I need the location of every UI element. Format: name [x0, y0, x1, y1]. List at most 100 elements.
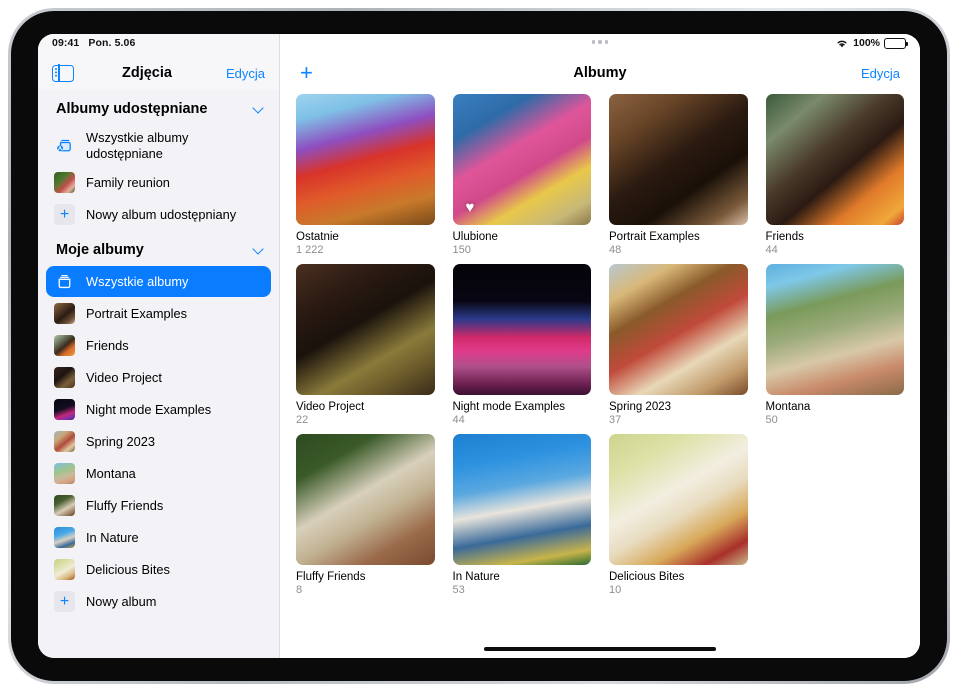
album-cover[interactable]	[609, 264, 748, 395]
chevron-down-icon[interactable]	[253, 245, 263, 255]
sidebar-item-spring-2023[interactable]: Spring 2023	[46, 426, 271, 457]
album-count: 150	[453, 244, 592, 256]
sidebar-item-night-mode-examples[interactable]: Night mode Examples	[46, 394, 271, 425]
album-count: 48	[609, 244, 748, 256]
album-title: Portrait Examples	[609, 231, 748, 243]
album-thumbnail	[54, 527, 75, 548]
sidebar-item-label: Wszystkie albumy udostępniane	[86, 130, 263, 161]
album-cover[interactable]	[296, 264, 435, 395]
sidebar-item-label: Fluffy Friends	[86, 498, 163, 514]
album-title: Friends	[766, 231, 905, 243]
album-title: Video Project	[296, 401, 435, 413]
main-edit-button[interactable]: Edycja	[860, 66, 900, 81]
album-title: Spring 2023	[609, 401, 748, 413]
plus-icon: +	[54, 591, 75, 612]
album-cover[interactable]	[453, 434, 592, 565]
album-cover[interactable]: ♥	[453, 94, 592, 225]
sidebar-item-label: In Nature	[86, 530, 139, 546]
album-count: 37	[609, 414, 748, 426]
album-thumbnail	[54, 559, 75, 580]
sidebar-item-all-albums[interactable]: Wszystkie albumy	[46, 266, 271, 297]
sidebar-scroll-area[interactable]: Albumy udostępniane Wszystkie albumy udo…	[38, 90, 279, 658]
sidebar-item-label: Nowy album udostępniany	[86, 207, 236, 223]
sidebar-item-label: Wszystkie albumy	[86, 274, 188, 290]
ipad-screen: 09:41 Pon. 5.06 Zdjęcia Edycja Albumy ud…	[38, 34, 920, 658]
album-count: 53	[453, 584, 592, 596]
album-card-ulubione[interactable]: ♥ Ulubione 150	[453, 94, 592, 256]
album-count: 44	[766, 244, 905, 256]
album-cover[interactable]	[296, 434, 435, 565]
album-title: Night mode Examples	[453, 401, 592, 413]
album-thumbnail	[54, 172, 75, 193]
sidebar-section-title: Moje albumy	[56, 242, 144, 258]
sidebar-item-delicious-bites[interactable]: Delicious Bites	[46, 554, 271, 585]
sidebar-item-label: Spring 2023	[86, 434, 155, 450]
album-card-video-project[interactable]: Video Project 22	[296, 264, 435, 426]
heart-icon: ♥	[462, 199, 479, 216]
album-count: 10	[609, 584, 748, 596]
sidebar-item-label: Family reunion	[86, 175, 170, 191]
main-content: 100% + Albumy Edycja Ostatnie 1 222 ♥ Ul	[280, 34, 920, 658]
album-card-friends[interactable]: Friends 44	[766, 94, 905, 256]
album-thumbnail	[54, 367, 75, 388]
page-title: Albumy	[340, 65, 860, 81]
sidebar-item-fluffy-friends[interactable]: Fluffy Friends	[46, 490, 271, 521]
album-card-in-nature[interactable]: In Nature 53	[453, 434, 592, 596]
album-count: 8	[296, 584, 435, 596]
albums-grid: Ostatnie 1 222 ♥ Ulubione 150 Portrait E…	[280, 90, 920, 658]
sidebar-item-video-project[interactable]: Video Project	[46, 362, 271, 393]
album-title: Fluffy Friends	[296, 571, 435, 583]
sidebar-item-label: Video Project	[86, 370, 162, 386]
album-card-portrait-examples[interactable]: Portrait Examples 48	[609, 94, 748, 256]
album-count: 1 222	[296, 244, 435, 256]
album-title: In Nature	[453, 571, 592, 583]
album-thumbnail	[54, 495, 75, 516]
shared-albums-icon	[54, 135, 75, 156]
sidebar-edit-button[interactable]: Edycja	[226, 66, 265, 81]
album-thumbnail	[54, 399, 75, 420]
album-title: Ulubione	[453, 231, 592, 243]
multitask-dots-icon[interactable]	[280, 40, 920, 44]
sidebar-toggle-icon[interactable]	[52, 65, 74, 82]
album-cover[interactable]	[766, 94, 905, 225]
album-cover[interactable]	[296, 94, 435, 225]
album-count: 22	[296, 414, 435, 426]
sidebar-section-title: Albumy udostępniane	[56, 101, 207, 117]
sidebar-item-new-album[interactable]: + Nowy album	[46, 586, 271, 617]
album-cover[interactable]	[609, 434, 748, 565]
album-cover[interactable]	[766, 264, 905, 395]
album-card-fluffy-friends[interactable]: Fluffy Friends 8	[296, 434, 435, 596]
sidebar-item-label: Friends	[86, 338, 129, 354]
sidebar-item-montana[interactable]: Montana	[46, 458, 271, 489]
album-card-ostatnie[interactable]: Ostatnie 1 222	[296, 94, 435, 256]
album-cover[interactable]	[609, 94, 748, 225]
add-album-button[interactable]: +	[300, 62, 340, 84]
album-thumbnail	[54, 431, 75, 452]
sidebar-item-new-shared-album[interactable]: + Nowy album udostępniany	[46, 199, 271, 230]
album-count: 44	[453, 414, 592, 426]
chevron-down-icon[interactable]	[253, 104, 263, 114]
sidebar-item-friends[interactable]: Friends	[46, 330, 271, 361]
sidebar-section-my-albums[interactable]: Moje albumy	[38, 231, 279, 265]
album-card-spring-2023[interactable]: Spring 2023 37	[609, 264, 748, 426]
sidebar: 09:41 Pon. 5.06 Zdjęcia Edycja Albumy ud…	[38, 34, 280, 658]
sidebar-section-shared-albums[interactable]: Albumy udostępniane	[38, 92, 279, 124]
plus-icon: +	[54, 204, 75, 225]
album-thumbnail	[54, 463, 75, 484]
album-cover[interactable]	[453, 264, 592, 395]
album-card-montana[interactable]: Montana 50	[766, 264, 905, 426]
sidebar-item-all-shared-albums[interactable]: Wszystkie albumy udostępniane	[46, 125, 271, 166]
album-card-night-mode-examples[interactable]: Night mode Examples 44	[453, 264, 592, 426]
sidebar-title: Zdjęcia	[74, 65, 220, 81]
sidebar-item-label: Night mode Examples	[86, 402, 211, 418]
sidebar-item-family-reunion[interactable]: Family reunion	[46, 167, 271, 198]
album-card-delicious-bites[interactable]: Delicious Bites 10	[609, 434, 748, 596]
album-count: 50	[766, 414, 905, 426]
home-indicator[interactable]	[484, 647, 716, 652]
sidebar-item-portrait-examples[interactable]: Portrait Examples	[46, 298, 271, 329]
album-title: Montana	[766, 401, 905, 413]
sidebar-item-label: Montana	[86, 466, 136, 482]
sidebar-item-in-nature[interactable]: In Nature	[46, 522, 271, 553]
album-title: Delicious Bites	[609, 571, 748, 583]
sidebar-item-label: Nowy album	[86, 594, 156, 610]
